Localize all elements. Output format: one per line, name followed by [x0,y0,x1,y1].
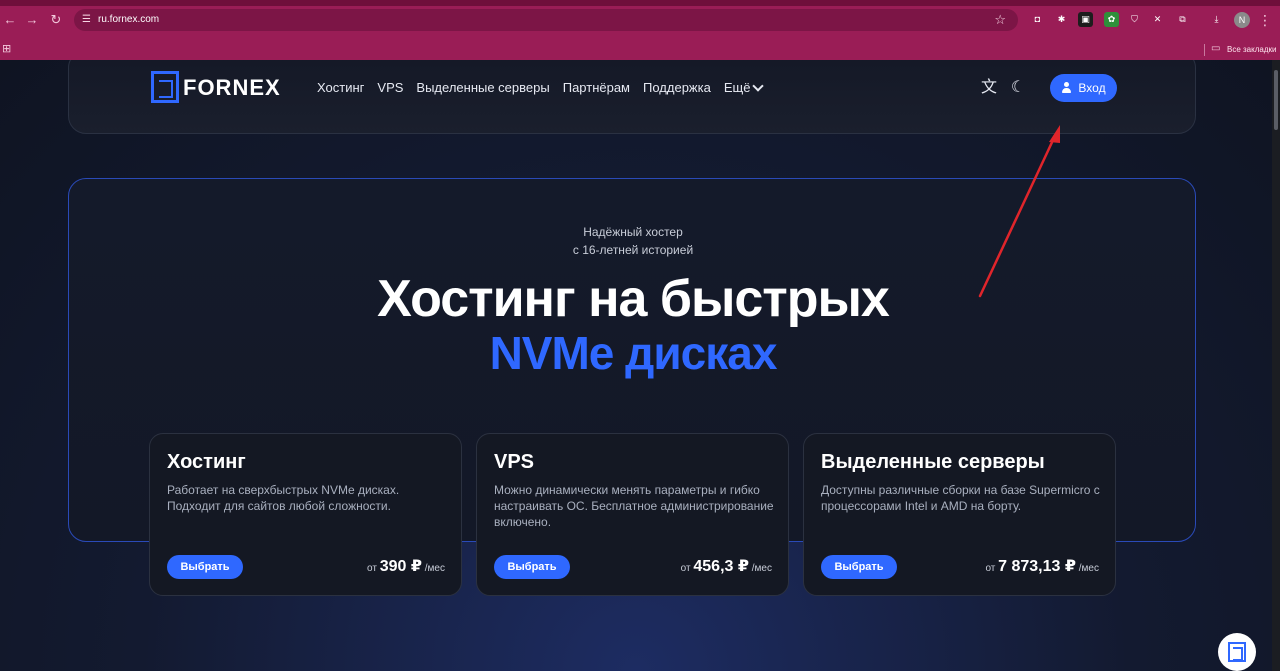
price-amount: 456,3 ₽ [693,558,749,575]
fornex-logo-icon[interactable] [151,71,179,103]
choose-vps-button[interactable]: Выбрать [494,555,570,579]
main-nav: Хостинг VPS Выделенные серверы Партнёрам… [317,80,765,96]
site-info-icon[interactable]: ☰ [82,13,94,27]
site-header: FORNEX Хостинг VPS Выделенные серверы Па… [68,60,1196,134]
nav-item-hosting[interactable]: Хостинг [317,80,364,96]
user-icon [1061,82,1072,94]
card-hosting: Хостинг Работает на сверхбыстрых NVMe ди… [149,433,462,596]
bookmarks-bar: ⊞ ▭ Все закладки [0,40,1280,60]
site-logo[interactable]: FORNEX [183,75,281,101]
card-dedicated: Выделенные серверы Доступны различные сб… [803,433,1116,596]
bookmarks-divider [1204,44,1205,56]
hero-subtitle-line2: с 16-летней историей [572,243,694,257]
bookmark-star-icon[interactable]: ☆ [994,12,1006,28]
nav-item-more-label: Ещё [723,80,751,95]
extension-icon[interactable]: ✿ [1104,12,1119,27]
profile-avatar[interactable]: N [1234,12,1250,28]
card-title: Хостинг [167,451,246,473]
nav-item-partners[interactable]: Партнёрам [563,80,630,96]
browser-menu-icon[interactable]: ⋮ [1258,11,1272,29]
chevron-down-icon [752,80,765,92]
extension-icon[interactable]: ✕ [1150,12,1165,27]
hero-subtitle-line1: Надёжный хостер [583,225,683,239]
card-description: Можно динамически менять параметры и гиб… [494,483,774,529]
price-prefix: от [680,563,691,574]
extensions-puzzle-icon[interactable]: ⧉ [1175,12,1190,27]
price-amount: 390 ₽ [379,558,422,575]
apps-grid-icon[interactable]: ⊞ [2,43,14,55]
url-text[interactable]: ru.fornex.com [98,13,159,27]
login-label: Вход [1078,81,1106,95]
tab-strip [0,0,1280,6]
price-amount: 7 873,13 ₽ [998,558,1076,575]
extension-icon[interactable]: ◘ [1030,12,1045,27]
card-description: Доступны различные сборки на базе Superm… [821,483,1100,513]
browser-toolbar: ← → ↻ ☰ ru.fornex.com ☆ ◘ ✱ ▣ ✿ ⛉ ✕ ⧉ ⤓ … [0,0,1280,40]
price-suffix: /мес [1078,563,1099,574]
login-button[interactable]: Вход [1050,74,1117,102]
choose-dedicated-button[interactable]: Выбрать [821,555,897,579]
nav-item-support[interactable]: Поддержка [643,80,711,96]
forward-icon[interactable]: → [24,12,40,28]
scrollbar[interactable] [1272,60,1280,671]
reload-icon[interactable]: ↻ [48,12,64,28]
shield-icon[interactable]: ⛉ [1127,12,1142,27]
floating-chat-button[interactable] [1218,633,1256,671]
nav-item-vps[interactable]: VPS [377,80,403,96]
fornex-logo-icon [1228,642,1246,662]
card-price: от 390 ₽ /мес [367,557,445,579]
card-title: Выделенные серверы [821,451,1045,473]
card-price: от 456,3 ₽ /мес [681,557,772,579]
scrollbar-thumb[interactable] [1274,70,1278,130]
hero-title-line2: NVMe дисках [489,327,778,379]
back-icon[interactable]: ← [2,12,18,28]
all-bookmarks-link[interactable]: Все закладки [1227,43,1276,56]
page-viewport: FORNEX Хостинг VPS Выделенные серверы Па… [0,60,1272,671]
price-suffix: /мес [424,563,445,574]
card-description: Работает на сверхбыстрых NVMe дисках. По… [167,483,400,513]
card-title: VPS [494,451,535,473]
address-bar[interactable]: ☰ ru.fornex.com ☆ [74,9,1018,31]
card-vps: VPS Можно динамически менять параметры и… [476,433,789,596]
price-suffix: /мес [751,563,772,574]
card-price: от 7 873,13 ₽ /мес [985,557,1099,579]
choose-hosting-button[interactable]: Выбрать [167,555,243,579]
extension-icon[interactable]: ✱ [1054,12,1069,27]
folder-icon[interactable]: ▭ [1211,42,1223,56]
translate-icon[interactable]: 文 [979,78,999,98]
download-icon[interactable]: ⤓ [1209,12,1224,27]
dark-mode-moon-icon[interactable]: ☾ [1008,78,1028,98]
hero-title-line1: Хостинг на быстрых [377,270,890,328]
nav-item-more[interactable]: Ещё [723,80,765,96]
extension-icon[interactable]: ▣ [1078,12,1093,27]
price-prefix: от [985,563,996,574]
price-prefix: от [367,563,377,574]
nav-item-dedicated[interactable]: Выделенные серверы [416,80,549,96]
